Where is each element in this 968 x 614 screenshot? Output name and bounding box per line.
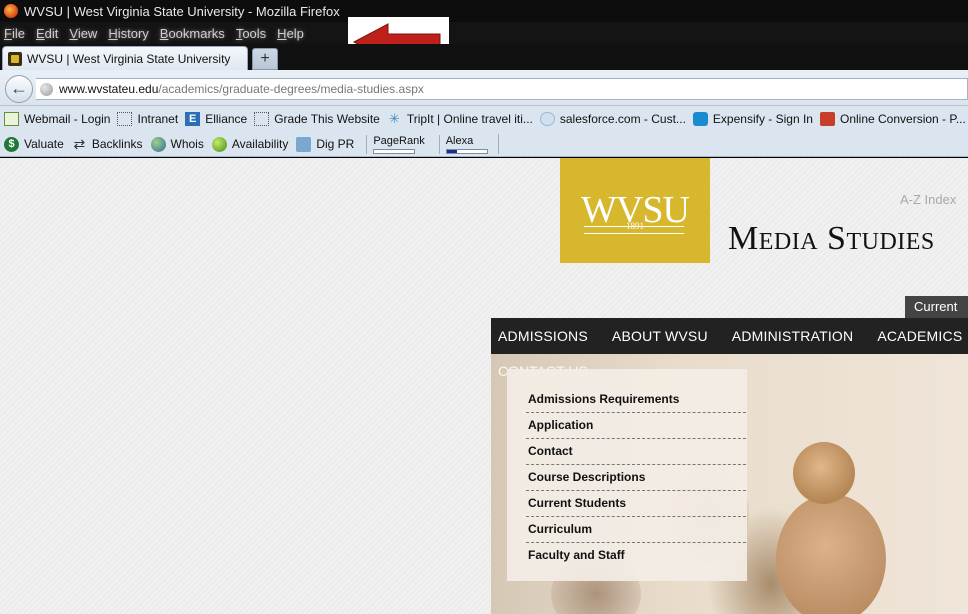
globe-icon	[40, 82, 53, 96]
menu-view[interactable]: View	[69, 26, 97, 41]
tab-bar: WVSU | West Virginia State University +	[0, 44, 968, 70]
bookmark-grade-website[interactable]: Grade This Website	[254, 112, 380, 126]
bookmark-intranet[interactable]: Intranet	[117, 112, 178, 126]
alexa-bar	[445, 148, 488, 154]
nav-academics[interactable]: ACADEMICS	[877, 328, 962, 344]
page-icon	[254, 112, 270, 126]
page-icon	[117, 112, 133, 126]
seo-availability[interactable]: Availability	[211, 136, 289, 152]
network-icon	[296, 136, 312, 152]
dropdown-item-admissions-requirements[interactable]: Admissions Requirements	[526, 387, 746, 413]
bookmark-label: Elliance	[205, 112, 248, 126]
photo-person	[776, 494, 886, 614]
logo-rule	[584, 233, 684, 234]
menu-tools[interactable]: Tools	[236, 26, 266, 41]
bookmark-label: TripIt | Online travel iti...	[406, 112, 533, 126]
magnifier-icon	[211, 136, 227, 152]
mail-icon	[4, 112, 19, 126]
backlinks-arrows-icon: ⇄	[73, 135, 86, 152]
bookmark-webmail[interactable]: Webmail - Login	[4, 112, 110, 126]
window-titlebar: WVSU | West Virginia State University - …	[0, 0, 968, 22]
cloud-icon	[539, 112, 555, 126]
dropdown-item-course-descriptions[interactable]: Course Descriptions	[526, 465, 746, 491]
nav-administration[interactable]: ADMINISTRATION	[732, 328, 854, 344]
seo-whois[interactable]: Whois	[150, 136, 204, 152]
seo-backlinks[interactable]: ⇄ Backlinks	[72, 135, 143, 152]
main-navigation: ADMISSIONS ABOUT WVSU ADMINISTRATION ACA…	[491, 318, 968, 354]
bookmark-expensify[interactable]: Expensify - Sign In	[692, 112, 813, 126]
menu-bar: File Edit View History Bookmarks Tools H…	[0, 22, 968, 44]
bookmark-salesforce[interactable]: salesforce.com - Cust...	[539, 112, 686, 126]
bookmark-label: salesforce.com - Cust...	[559, 112, 686, 126]
seo-toolbar: $ Valuate ⇄ Backlinks Whois Availability…	[0, 132, 968, 157]
tab-wvsu[interactable]: WVSU | West Virginia State University	[2, 46, 248, 70]
photo-hair	[793, 442, 855, 504]
bookmark-label: Grade This Website	[274, 112, 380, 126]
expensify-icon	[692, 112, 708, 126]
bookmarks-bar: Webmail - Login Intranet E Elliance Grad…	[0, 106, 968, 132]
seo-label: Whois	[170, 137, 204, 151]
bookmark-label: Expensify - Sign In	[712, 112, 813, 126]
dropdown-item-application[interactable]: Application	[526, 413, 746, 439]
tripit-icon: ✳	[388, 111, 400, 126]
bookmark-label: Intranet	[137, 112, 179, 126]
window-title: WVSU | West Virginia State University - …	[24, 3, 340, 19]
dropdown-item-current-students[interactable]: Current Students	[526, 491, 746, 517]
current-students-tab[interactable]: Current	[905, 296, 968, 318]
menu-history[interactable]: History	[108, 26, 148, 41]
dollar-icon: $	[4, 136, 19, 152]
menu-bookmarks[interactable]: Bookmarks	[160, 26, 225, 41]
url-bar[interactable]: www.wvstateu.edu /academics/graduate-deg…	[36, 78, 968, 100]
alexa-fill	[446, 149, 457, 153]
url-path: /academics/graduate-degrees/media-studie…	[158, 82, 424, 96]
firefox-icon	[4, 4, 18, 18]
url-host: www.wvstateu.edu	[59, 82, 159, 96]
page-title: Media Studies	[728, 220, 935, 257]
bookmark-elliance[interactable]: E Elliance	[185, 112, 247, 126]
menu-help[interactable]: Help	[277, 26, 304, 41]
az-index-link[interactable]: A-Z Index	[900, 192, 956, 207]
logo-year: 1891	[626, 221, 644, 231]
tab-label: WVSU | West Virginia State University	[27, 51, 231, 66]
wvsu-favicon-icon	[8, 51, 22, 66]
toolbar-separator	[497, 134, 499, 154]
nav-admissions[interactable]: ADMISSIONS	[498, 328, 588, 344]
seo-label: Valuate	[24, 137, 64, 151]
page-viewport: WVSU 1891 A-Z Index Media Studies Curren…	[0, 158, 968, 614]
seo-label: Availability	[231, 137, 289, 151]
bookmark-online-conversion[interactable]: Online Conversion - P...	[819, 112, 966, 126]
new-tab-button[interactable]: +	[252, 48, 278, 70]
dropdown-item-curriculum[interactable]: Curriculum	[526, 517, 746, 543]
nav-bar: www.wvstateu.edu /academics/graduate-deg…	[0, 70, 968, 106]
menu-edit[interactable]: Edit	[36, 26, 58, 41]
pagerank-bar	[373, 148, 416, 154]
globe-icon	[150, 136, 166, 152]
seo-valuate[interactable]: $ Valuate	[4, 136, 64, 152]
alexa-label: Alexa	[445, 134, 474, 147]
dropdown-item-contact[interactable]: Contact	[526, 439, 746, 465]
menu-file[interactable]: File	[4, 26, 25, 41]
bookmark-tripit[interactable]: ✳ TripIt | Online travel iti...	[387, 111, 533, 127]
conversion-icon	[819, 112, 835, 126]
bookmark-label: Webmail - Login	[24, 112, 111, 126]
seo-label: Backlinks	[91, 137, 143, 151]
pagerank-label: PageRank	[373, 134, 425, 147]
nav-about-wvsu[interactable]: ABOUT WVSU	[612, 328, 708, 344]
seo-dig-pr[interactable]: Dig PR	[296, 136, 355, 152]
back-button[interactable]: ←	[5, 75, 33, 103]
seo-label: Dig PR	[316, 137, 355, 151]
elliance-icon: E	[185, 112, 201, 126]
admissions-dropdown: Admissions Requirements Application Cont…	[507, 369, 747, 581]
wvsu-logo[interactable]: WVSU 1891	[560, 158, 710, 263]
dropdown-item-faculty-staff[interactable]: Faculty and Staff	[526, 543, 746, 569]
pagerank-meter[interactable]: PageRank	[366, 134, 425, 154]
alexa-meter[interactable]: Alexa	[438, 134, 488, 154]
back-arrow-icon: ←	[10, 78, 28, 98]
bookmark-label: Online Conversion - P...	[839, 112, 966, 126]
